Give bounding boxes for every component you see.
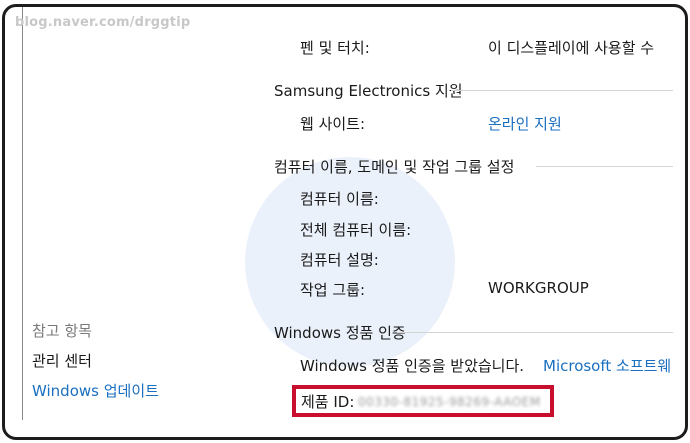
support-section-title: Samsung Electronics 지원	[274, 82, 463, 100]
section-divider	[397, 332, 673, 333]
action-center-link[interactable]: 관리 센터	[32, 350, 92, 371]
section-divider	[536, 166, 673, 167]
computer-name-label: 컴퓨터 이름:	[300, 190, 379, 208]
full-computer-name-label: 전체 컴퓨터 이름:	[300, 221, 412, 239]
computer-description-label: 컴퓨터 설명:	[300, 251, 379, 269]
product-id-label: 제품 ID:	[301, 393, 355, 411]
workgroup-value: WORKGROUP	[488, 279, 589, 297]
product-id-value: 00330-81925-98269-AAOEM	[358, 395, 541, 409]
online-support-link[interactable]: 온라인 지원	[488, 113, 562, 134]
screenshot-frame: blog.naver.com/drggtip 펜 및 터치: 이 디스플레이에 …	[2, 4, 688, 440]
activation-status: Windows 정품 인증을 받았습니다.	[300, 357, 525, 375]
microsoft-software-link[interactable]: Microsoft 소프트웨	[543, 355, 671, 376]
windows-update-link[interactable]: Windows 업데이트	[32, 380, 159, 401]
watermark-text: blog.naver.com/drggtip	[15, 15, 191, 30]
section-divider	[451, 90, 673, 91]
activation-section-title: Windows 정품 인증	[274, 324, 406, 342]
panel-border	[22, 7, 23, 420]
pen-touch-label: 펜 및 터치:	[300, 39, 370, 57]
computer-section-title: 컴퓨터 이름, 도메인 및 작업 그룹 설정	[274, 158, 515, 176]
pen-touch-value: 이 디스플레이에 사용할 수	[488, 39, 655, 57]
see-also-title: 참고 항목	[32, 322, 92, 340]
workgroup-label: 작업 그룹:	[300, 281, 366, 299]
website-label: 웹 사이트:	[300, 115, 366, 133]
